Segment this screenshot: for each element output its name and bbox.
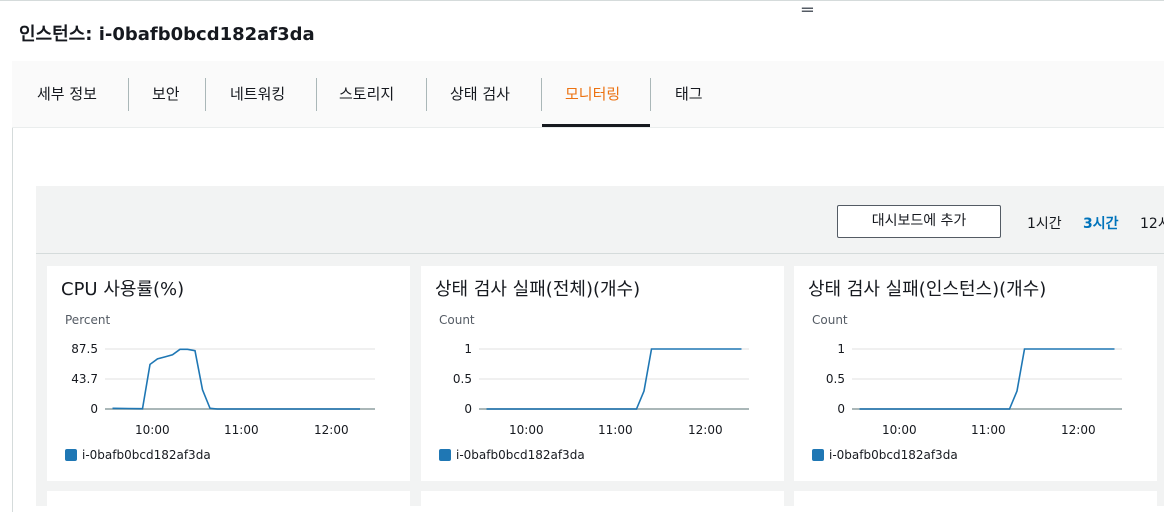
tab-divider [316,78,317,111]
legend-label: i-0bafb0bcd182af3da [829,448,958,462]
legend-swatch [65,449,77,461]
tab-divider [205,78,206,111]
page-title: 인스턴스: i-0bafb0bcd182af3da [19,24,315,45]
chart-card-next [47,491,410,511]
tab-security[interactable]: 보안 [152,61,180,127]
chart-card-status-instance: 상태 검사 실패(인스턴스)(개수) Count 1 0.5 0 10:00 1… [794,266,1157,481]
active-tab-indicator [542,124,650,127]
hamburger-icon[interactable]: ═ [802,2,813,20]
tab-divider [128,78,129,111]
tab-networking[interactable]: 네트워킹 [230,61,285,127]
tab-divider [541,78,542,111]
tab-tags[interactable]: 태그 [675,61,703,127]
chart-card-cpu: CPU 사용률(%) Percent 87.5 43.7 0 10:00 11:… [47,266,410,481]
legend-swatch [439,449,451,461]
range-1h[interactable]: 1시간 [1027,213,1062,233]
legend-label: i-0bafb0bcd182af3da [82,448,211,462]
chart-card-next [421,491,784,511]
tab-bar: 세부 정보 보안 네트워킹 스토리지 상태 검사 모니터링 태그 [12,61,1164,128]
chart-card-status-total: 상태 검사 실패(전체)(개수) Count 1 0.5 0 10:00 11:… [421,266,784,481]
range-12h[interactable]: 12시 [1140,213,1164,233]
legend-label: i-0bafb0bcd182af3da [456,448,585,462]
tab-storage[interactable]: 스토리지 [339,61,394,127]
tab-details[interactable]: 세부 정보 [37,61,97,127]
add-to-dashboard-button[interactable]: 대시보드에 추가 [837,205,1001,238]
top-border [0,0,1164,1]
tab-monitoring[interactable]: 모니터링 [565,61,620,127]
toolbar-divider [36,253,1164,254]
range-3h[interactable]: 3시간 [1083,213,1119,233]
tab-status-checks[interactable]: 상태 검사 [450,61,510,127]
legend-swatch [812,449,824,461]
tab-divider [650,78,651,111]
chart-card-next [794,491,1157,511]
tab-divider [426,78,427,111]
